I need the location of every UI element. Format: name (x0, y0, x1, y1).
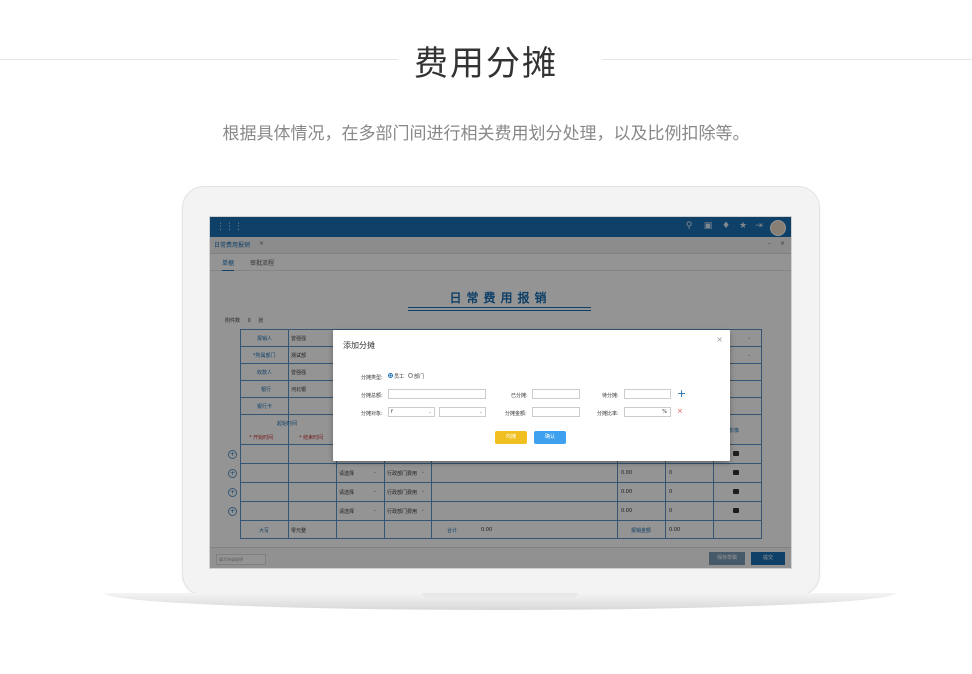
chevron-down-icon[interactable]: ⌄ (479, 408, 483, 416)
target-select[interactable]: f ⌄ (388, 407, 435, 417)
radio-dept-label: 部门 (414, 374, 425, 380)
modal-close-icon[interactable]: × (716, 335, 723, 344)
modal-title: 添加分摊 (343, 341, 375, 350)
add-allocation-icon[interactable]: + (677, 388, 686, 399)
laptop-notch (422, 593, 578, 598)
done-input[interactable] (532, 389, 580, 399)
amount-label: 分摊金额: (505, 411, 527, 417)
split-evenly-button[interactable]: 均摊 (495, 431, 527, 444)
ratio-input[interactable]: % (624, 407, 671, 417)
total-label: 分摊总额: (361, 393, 383, 399)
laptop-base (104, 593, 896, 610)
ratio-unit: % (662, 409, 667, 415)
remove-allocation-icon[interactable]: × (677, 406, 683, 416)
radio-employee-label: 员工 (394, 374, 405, 380)
type-label: 分摊类型: (361, 375, 383, 381)
ratio-label: 分摊比率: (597, 411, 619, 417)
app-screen: ⋮⋮⋮ ⚲ ▣ ♦ ★ ⇥ 日常费用报销 × – × 单据 审批流程 日常费用报… (209, 216, 792, 569)
section-subtitle: 根据具体情况，在多部门间进行相关费用划分处理，以及比例扣除等。 (222, 124, 750, 144)
total-input[interactable] (388, 389, 486, 399)
allocation-modal: 添加分摊 × 分摊类型: 员工 部门 分摊总额: 已分摊: 待分摊: + 分摊对… (333, 330, 730, 461)
done-label: 已分摊: (511, 393, 528, 399)
target-label: 分摊对象: (361, 411, 383, 417)
chevron-down-icon[interactable]: ⌄ (428, 408, 432, 416)
amount-input[interactable] (532, 407, 580, 417)
confirm-button[interactable]: 确认 (534, 431, 566, 444)
radio-dept[interactable] (408, 373, 413, 378)
radio-employee[interactable] (388, 373, 393, 378)
pending-input[interactable] (624, 389, 671, 399)
target-sub-select[interactable]: ⌄ (439, 407, 486, 417)
target-value: f (391, 409, 393, 415)
section-title: 费用分摊 (414, 44, 558, 84)
pending-label: 待分摊: (602, 393, 619, 399)
